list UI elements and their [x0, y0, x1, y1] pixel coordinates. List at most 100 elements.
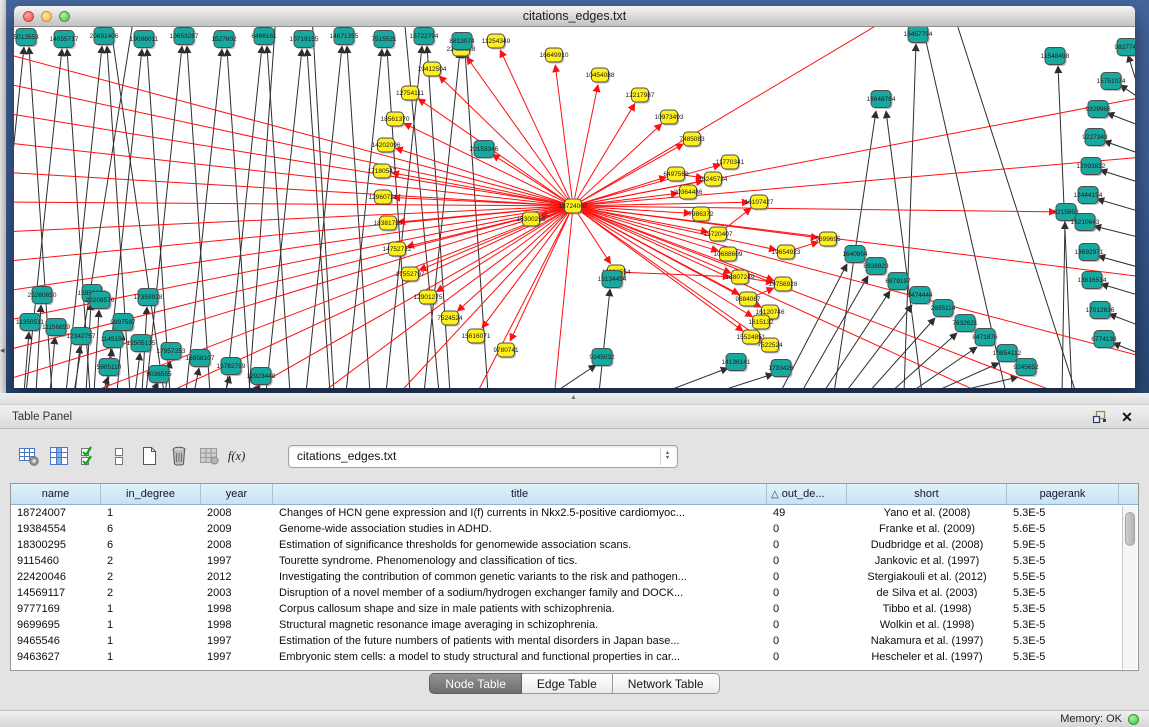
column-header-year[interactable]: year — [201, 484, 273, 504]
graph-node-teal[interactable]: 7515521 — [371, 31, 397, 50]
graph-node-teal[interactable]: 16648784 — [867, 91, 896, 110]
black-edge[interactable] — [662, 368, 728, 388]
table-row[interactable]: 1830029562008Estimation of significance … — [11, 537, 1138, 553]
function-builder-button[interactable]: f(x) — [226, 443, 251, 469]
red-edge[interactable] — [14, 172, 573, 206]
graph-node-teal[interactable]: 17012636 — [1086, 302, 1115, 321]
black-edge[interactable] — [1104, 141, 1135, 153]
graph-node-yellow[interactable]: 17180547 — [368, 164, 397, 180]
graph-node-yellow[interactable]: 20364486 — [674, 185, 703, 201]
graph-node-teal[interactable]: 8938923 — [863, 258, 889, 277]
column-header-in_degree[interactable]: in_degree — [101, 484, 201, 504]
red-edge[interactable] — [467, 57, 569, 199]
graph-node-yellow[interactable]: 7986372 — [688, 207, 714, 223]
black-edge[interactable] — [1097, 199, 1135, 211]
graph-node-teal[interactable]: 1640954 — [842, 246, 868, 265]
graph-node-yellow[interactable]: 12754111 — [396, 86, 424, 102]
graph-node-teal[interactable]: 16210643 — [1071, 214, 1100, 233]
zoom-window-icon[interactable] — [59, 11, 70, 22]
black-edge[interactable] — [910, 347, 977, 388]
graph-node-yellow[interactable]: 14202096 — [372, 138, 401, 154]
black-edge[interactable] — [823, 291, 890, 388]
column-header-pagerank[interactable]: pagerank — [1007, 484, 1119, 504]
graph-node-teal[interactable]: 14055717 — [50, 31, 79, 50]
red-edge[interactable] — [554, 206, 573, 388]
black-edge[interactable] — [886, 111, 922, 388]
graph-node-teal[interactable]: 10653287 — [170, 28, 199, 47]
graph-node-teal[interactable]: 11548498 — [1041, 48, 1070, 67]
graph-node-teal[interactable]: 15751074 — [1097, 73, 1126, 92]
graph-node-teal[interactable]: 9227343 — [1082, 129, 1108, 148]
table-row[interactable]: 1938455462009Genome-wide association stu… — [11, 521, 1138, 537]
graph-node-teal[interactable]: 5013553 — [14, 29, 39, 48]
black-edge[interactable] — [346, 49, 382, 388]
black-edge[interactable] — [14, 47, 24, 388]
black-edge[interactable] — [24, 332, 29, 388]
table-row[interactable]: 1456911722003Disruption of a novel membe… — [11, 585, 1138, 601]
black-edge[interactable] — [50, 337, 55, 388]
graph-node-yellow[interactable]: 10454088 — [586, 68, 615, 84]
graph-node-yellow[interactable]: 7485083 — [679, 132, 705, 148]
black-edge[interactable] — [801, 276, 868, 388]
select-rows-button[interactable] — [76, 443, 101, 469]
red-edge[interactable] — [724, 208, 751, 229]
import-table-button[interactable] — [196, 443, 221, 469]
graph-node-teal[interactable]: 8471876 — [972, 329, 998, 348]
graph-node-teal[interactable]: 11350511 — [16, 314, 44, 333]
black-edge[interactable] — [1094, 226, 1135, 237]
graph-node-teal[interactable]: 19096011 — [130, 31, 159, 50]
delete-table-button[interactable] — [166, 443, 191, 469]
new-table-button[interactable] — [136, 443, 161, 469]
tab-network-table[interactable]: Network Table — [613, 673, 720, 694]
graph-node-yellow[interactable]: 18561370 — [381, 112, 410, 128]
column-header-short[interactable]: short — [847, 484, 1007, 504]
red-edge[interactable] — [624, 272, 730, 276]
black-edge[interactable] — [404, 27, 439, 388]
black-edge[interactable] — [135, 353, 140, 388]
scrollbar-thumb[interactable] — [1125, 512, 1135, 546]
black-edge[interactable] — [951, 377, 1018, 388]
graph-node-yellow[interactable]: 19412504 — [418, 62, 447, 78]
graph-node-teal[interactable]: 9329966 — [1085, 101, 1111, 120]
graph-node-teal[interactable]: 16782759 — [217, 358, 246, 377]
collapse-handle-icon[interactable]: ◂ — [0, 345, 5, 356]
black-edge[interactable] — [599, 289, 610, 388]
graph-node-teal[interactable]: 16457794 — [904, 27, 933, 44]
red-edge[interactable] — [755, 288, 773, 296]
graph-node-yellow[interactable]: 19654923 — [772, 245, 801, 261]
black-edge[interactable] — [427, 46, 450, 388]
graph-node-teal[interactable]: 13616514 — [1078, 272, 1107, 291]
graph-node-teal[interactable]: 7632621 — [952, 315, 978, 334]
graph-node-yellow[interactable]: 6497568 — [663, 167, 689, 183]
black-edge[interactable] — [1062, 222, 1065, 388]
black-edge[interactable] — [1098, 256, 1135, 267]
graph-node-teal[interactable]: 20691406 — [90, 28, 119, 47]
graph-node-teal[interactable]: 20206576 — [86, 292, 115, 311]
tab-edge-table[interactable]: Edge Table — [522, 673, 613, 694]
red-edge[interactable] — [577, 104, 635, 200]
black-edge[interactable] — [226, 46, 262, 388]
panel-divider[interactable]: ▲ — [0, 393, 1149, 405]
black-edge[interactable] — [1128, 55, 1135, 87]
black-edge[interactable] — [1107, 113, 1135, 125]
black-edge[interactable] — [187, 46, 210, 388]
black-edge[interactable] — [347, 46, 370, 388]
black-edge[interactable] — [554, 365, 596, 388]
graph-node-teal[interactable]: 14671355 — [330, 28, 359, 47]
black-edge[interactable] — [186, 49, 222, 388]
red-edge[interactable] — [439, 76, 567, 200]
black-edge[interactable] — [1109, 314, 1135, 325]
black-edge[interactable] — [904, 44, 916, 388]
table-selector[interactable]: citations_edges.txt ▲▼ — [288, 445, 678, 468]
graph-node-teal[interactable]: 6774138 — [1091, 331, 1117, 350]
black-edge[interactable] — [307, 49, 330, 388]
table-row[interactable]: 946554611997Estimation of the future num… — [11, 633, 1138, 649]
graph-node-yellow[interactable]: 10973493 — [655, 110, 684, 126]
graph-node-yellow[interactable]: 15720407 — [704, 227, 733, 243]
graph-node-teal[interactable]: 1733426 — [768, 360, 794, 379]
table-row[interactable]: 1872400712008Changes of HCN gene express… — [11, 505, 1138, 521]
graph-node-teal[interactable]: 15722794 — [410, 28, 439, 47]
black-edge[interactable] — [1058, 66, 1072, 388]
red-edge[interactable] — [575, 85, 598, 198]
graph-node-yellow[interactable]: 16649910 — [540, 48, 569, 64]
